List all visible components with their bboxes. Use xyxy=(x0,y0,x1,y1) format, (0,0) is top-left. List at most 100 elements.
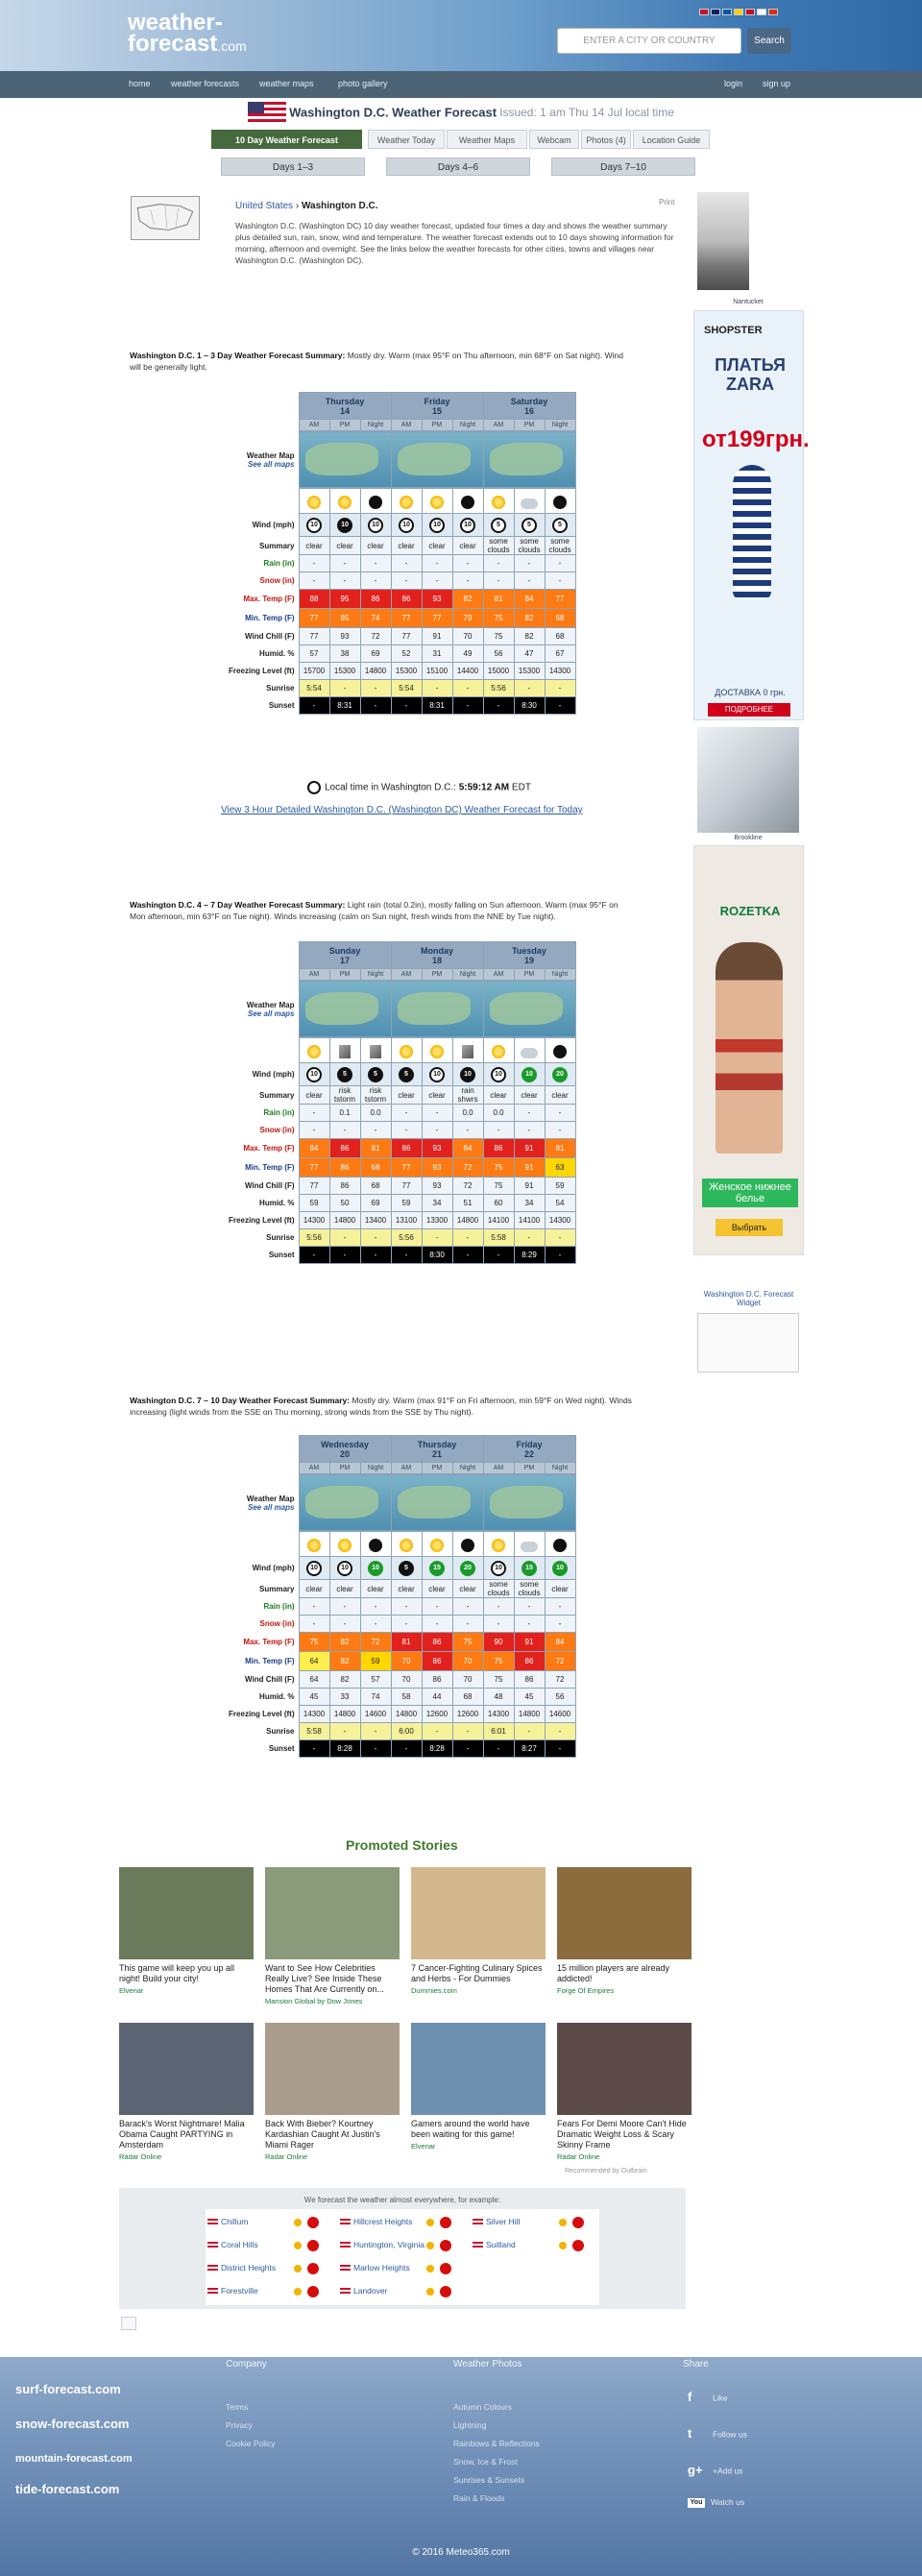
weather-map-thumbnail[interactable] xyxy=(298,430,392,489)
tab-weather-maps[interactable]: Weather Maps xyxy=(447,130,527,149)
flag-uk-icon[interactable] xyxy=(711,9,720,15)
tab-webcam[interactable]: Webcam xyxy=(529,130,579,149)
breadcrumb-country[interactable]: United States xyxy=(235,201,293,211)
nearby-city-link[interactable]: Hillcrest Heights xyxy=(340,2217,412,2226)
nearby-city-link[interactable]: Landover xyxy=(340,2286,387,2296)
flag-fr-icon[interactable] xyxy=(722,9,732,15)
story-image[interactable] xyxy=(557,1867,692,1959)
flag-de-icon[interactable] xyxy=(734,9,743,15)
tab-10-day[interactable]: 10 Day Weather Forecast xyxy=(211,130,362,149)
story-caption[interactable]: Barack's Worst Nightmare! Malia Obama Ca… xyxy=(119,2119,254,2151)
nearby-city-link[interactable]: Chillum xyxy=(207,2217,248,2226)
promoted-story[interactable]: 7 Cancer-Fighting Culinary Spices and He… xyxy=(411,1867,546,1995)
story-caption[interactable]: Back With Bieber? Kourtney Kardashian Ca… xyxy=(265,2119,400,2151)
weather-map-thumbnail[interactable] xyxy=(390,980,484,1038)
promoted-story[interactable]: 15 million players are already addicted!… xyxy=(557,1867,692,1995)
location-map-thumbnail[interactable] xyxy=(131,196,200,240)
footer-photo-link[interactable]: Autumn Colours xyxy=(453,2398,540,2417)
story-image[interactable] xyxy=(265,2023,400,2115)
promoted-story[interactable]: Gamers around the world have been waitin… xyxy=(411,2023,546,2151)
days-4-6-button[interactable]: Days 4–6 xyxy=(386,158,530,176)
story-caption[interactable]: This game will keep you up all night! Bu… xyxy=(119,1963,254,1984)
tide-forecast-logo[interactable]: tide-forecast.com xyxy=(15,2483,119,2495)
promoted-story[interactable]: Fears For Demi Moore Can't Hide Dramatic… xyxy=(557,2023,692,2161)
story-image[interactable] xyxy=(557,2023,692,2115)
flag-cn-icon[interactable] xyxy=(768,9,778,15)
rozetka-ad[interactable]: ROZETKA Женское нижнее белье Выбрать xyxy=(693,845,804,1255)
footer-terms-link[interactable]: Terms xyxy=(226,2398,276,2417)
nearby-city-link[interactable]: Suitland xyxy=(473,2240,516,2249)
weather-map-thumbnail[interactable] xyxy=(482,1473,576,1532)
ad-button[interactable]: ПОДРОБНЕЕ xyxy=(708,703,790,717)
detailed-forecast-link[interactable]: View 3 Hour Detailed Washington D.C. (Wa… xyxy=(221,805,583,815)
photo-caption-1[interactable]: Nantucket xyxy=(697,299,799,305)
see-all-maps-link[interactable]: See all maps xyxy=(248,1009,294,1018)
weather-map-thumbnail[interactable] xyxy=(298,1473,392,1532)
tab-photos[interactable]: Photos (4) xyxy=(581,130,631,149)
weather-map-thumbnail[interactable] xyxy=(298,980,392,1038)
search-button[interactable]: Search xyxy=(747,28,791,54)
story-caption[interactable]: 15 million players are already addicted! xyxy=(557,1963,692,1984)
story-image[interactable] xyxy=(265,1867,400,1959)
photo-caption-2[interactable]: Brookline xyxy=(697,835,799,841)
footer-photo-link[interactable]: Rain & Floods xyxy=(453,2490,540,2508)
tab-location-guide[interactable]: Location Guide xyxy=(633,130,710,149)
twitter-link[interactable]: t Follow us xyxy=(688,2426,747,2443)
nearby-city-link[interactable]: Coral Hills xyxy=(207,2240,258,2249)
weather-map-thumbnail[interactable] xyxy=(482,980,576,1038)
youtube-link[interactable]: You Watch us xyxy=(688,2497,744,2508)
weather-map-thumbnail[interactable] xyxy=(390,430,484,489)
promoted-story[interactable]: Want to See How Celebrities Really Live?… xyxy=(265,1867,400,2005)
nearby-city-link[interactable]: Huntington, Virginia xyxy=(340,2240,425,2249)
lighthouse-photo[interactable] xyxy=(697,192,749,290)
language-flags[interactable] xyxy=(699,9,780,18)
mountain-forecast-logo[interactable]: mountain-forecast.com xyxy=(15,2453,133,2465)
facebook-link[interactable]: f Like xyxy=(688,2390,728,2407)
promoted-story[interactable]: Back With Bieber? Kourtney Kardashian Ca… xyxy=(265,2023,400,2161)
story-caption[interactable]: Fears For Demi Moore Can't Hide Dramatic… xyxy=(557,2119,692,2151)
footer-photo-link[interactable]: Sunrises & Sunsets xyxy=(453,2471,540,2490)
footer-photo-link[interactable]: Lightning xyxy=(453,2417,540,2435)
site-logo[interactable]: weather- forecast.com xyxy=(128,12,281,60)
snow-forecast-logo[interactable]: snow-forecast.com xyxy=(15,2418,129,2430)
days-7-10-button[interactable]: Days 7–10 xyxy=(551,158,695,176)
nav-weather-forecasts[interactable]: weather forecasts xyxy=(171,79,239,88)
snow-photo[interactable] xyxy=(697,727,799,833)
flag-us-icon[interactable] xyxy=(699,9,709,15)
promoted-story[interactable]: Barack's Worst Nightmare! Malia Obama Ca… xyxy=(119,2023,254,2161)
googleplus-link[interactable]: g+ +Add us xyxy=(688,2463,742,2480)
widget-link[interactable]: Washington D.C. Forecast Widget xyxy=(693,1290,804,1307)
ad-button[interactable]: Выбрать xyxy=(716,1219,783,1236)
story-caption[interactable]: 7 Cancer-Fighting Culinary Spices and He… xyxy=(411,1963,546,1984)
footer-photo-link[interactable]: Rainbows & Reflections xyxy=(453,2435,540,2453)
story-image[interactable] xyxy=(411,1867,546,1959)
nearby-city-link[interactable]: Marlow Heights xyxy=(340,2263,410,2272)
search-input[interactable]: ENTER A CITY OR COUNTRY xyxy=(557,28,741,54)
story-caption[interactable]: Want to See How Celebrities Really Live?… xyxy=(265,1963,400,1995)
footer-privacy-link[interactable]: Privacy xyxy=(226,2417,276,2435)
story-image[interactable] xyxy=(119,1867,254,1959)
print-link[interactable]: Print xyxy=(659,198,674,207)
days-1-3-button[interactable]: Days 1–3 xyxy=(221,158,365,176)
weather-map-thumbnail[interactable] xyxy=(390,1473,484,1532)
tab-weather-today[interactable]: Weather Today xyxy=(368,130,445,149)
nav-home[interactable]: home xyxy=(129,79,151,88)
see-all-maps-link[interactable]: See all maps xyxy=(248,460,294,469)
story-image[interactable] xyxy=(119,2023,254,2115)
nearby-city-link[interactable]: Silver Hill xyxy=(473,2217,520,2226)
see-all-maps-link[interactable]: See all maps xyxy=(248,1503,294,1512)
footer-cookie-link[interactable]: Cookie Policy xyxy=(226,2435,276,2453)
nav-photo-gallery[interactable]: photo gallery xyxy=(338,79,388,88)
weather-map-thumbnail[interactable] xyxy=(482,430,576,489)
surf-forecast-logo[interactable]: surf-forecast.com xyxy=(15,2383,121,2395)
promoted-story[interactable]: This game will keep you up all night! Bu… xyxy=(119,1867,254,1995)
nav-signup[interactable]: sign up xyxy=(763,79,790,88)
footer-photo-link[interactable]: Snow, Ice & Frost xyxy=(453,2453,540,2471)
widget-preview[interactable] xyxy=(697,1313,799,1373)
nav-weather-maps[interactable]: weather maps xyxy=(259,79,314,88)
nearby-city-link[interactable]: Forestville xyxy=(207,2286,258,2296)
nav-login[interactable]: login xyxy=(724,79,742,88)
zara-ad[interactable]: SHOPSTER ПЛАТЬЯ ZARA от199грн. ДОСТАВКА … xyxy=(693,310,810,720)
flag-es-icon[interactable] xyxy=(745,9,755,15)
outbrain-credit[interactable]: Recommended by Outbrain xyxy=(565,2168,647,2175)
